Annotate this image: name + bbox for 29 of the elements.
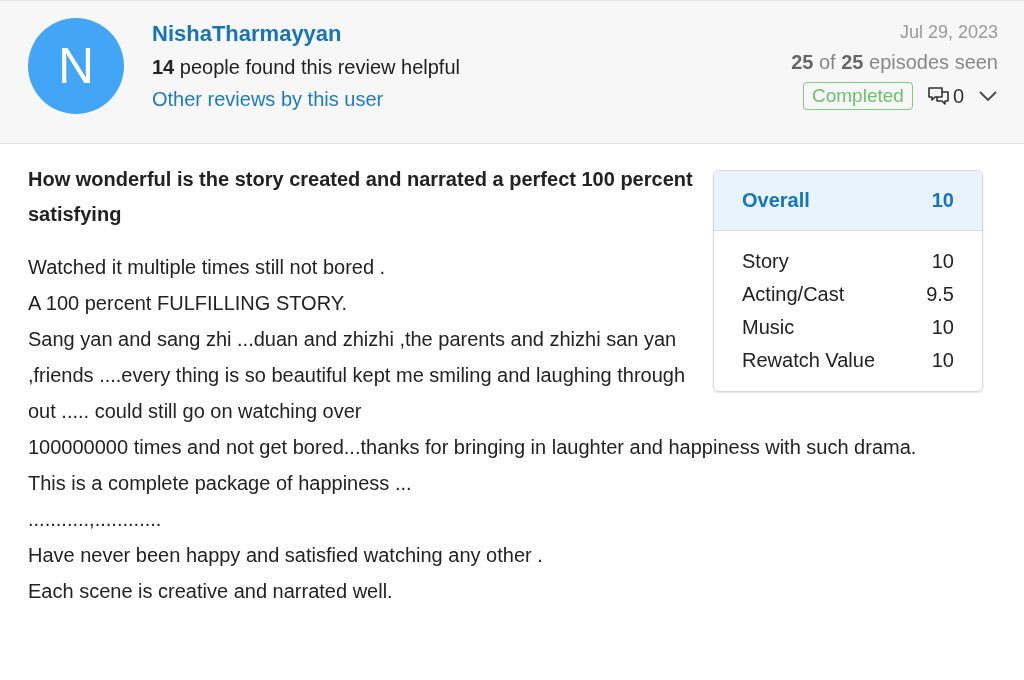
- score-value: 9.5: [926, 282, 954, 307]
- reviewer-name[interactable]: NishaTharmayyan: [152, 21, 460, 47]
- review-text: 100000000 times and not get bored...thanks for bringing in laughter and happiness with such drama.: [28, 435, 918, 460]
- status-badge: Completed: [803, 82, 913, 110]
- review-text: This is a complete package of happiness ...: [28, 471, 413, 496]
- score-label: Overall: [742, 189, 810, 212]
- review-text: Watched it multiple times still not bored .: [28, 255, 387, 280]
- review-text: ...........,............: [28, 507, 163, 532]
- chevron-down-icon[interactable]: [978, 90, 998, 102]
- helpful-count: 14 people found this review helpful: [152, 56, 460, 79]
- comments-button[interactable]: 0: [926, 84, 964, 108]
- review-title: How wonderful is the story created and narrated a perfect 100 percent satisfying: [28, 167, 694, 227]
- avatar: N: [28, 18, 124, 114]
- score-label: Music: [742, 315, 795, 340]
- score-label: Story: [742, 249, 789, 274]
- other-reviews-link[interactable]: Other reviews by this user: [152, 88, 460, 111]
- score-label: Rewatch Value: [742, 348, 876, 373]
- score-value: 10: [931, 348, 954, 373]
- score-value: 10: [931, 189, 954, 212]
- review-text: A 100 percent FULFILLING STORY.: [28, 291, 349, 316]
- episodes-seen: 25 of 25 episodes seen: [791, 51, 998, 74]
- score-label: Acting/Cast: [742, 282, 845, 307]
- score-value: 10: [931, 249, 954, 274]
- score-value: 10: [931, 315, 954, 340]
- review-date: Jul 29, 2023: [899, 21, 998, 43]
- review-text: Each scene is creative and narrated well.: [28, 579, 394, 604]
- review-text: Sang yan and sang zhi ...duan and zhizhi ,the parents and zhizhi san yan ,friends ....every thing is so beautiful kept me smiling and laughing through out ..... could still go on watching over: [28, 327, 687, 424]
- comments-icon: [926, 86, 951, 106]
- review-text: Have never been happy and satisfied watching any other .: [28, 543, 544, 568]
